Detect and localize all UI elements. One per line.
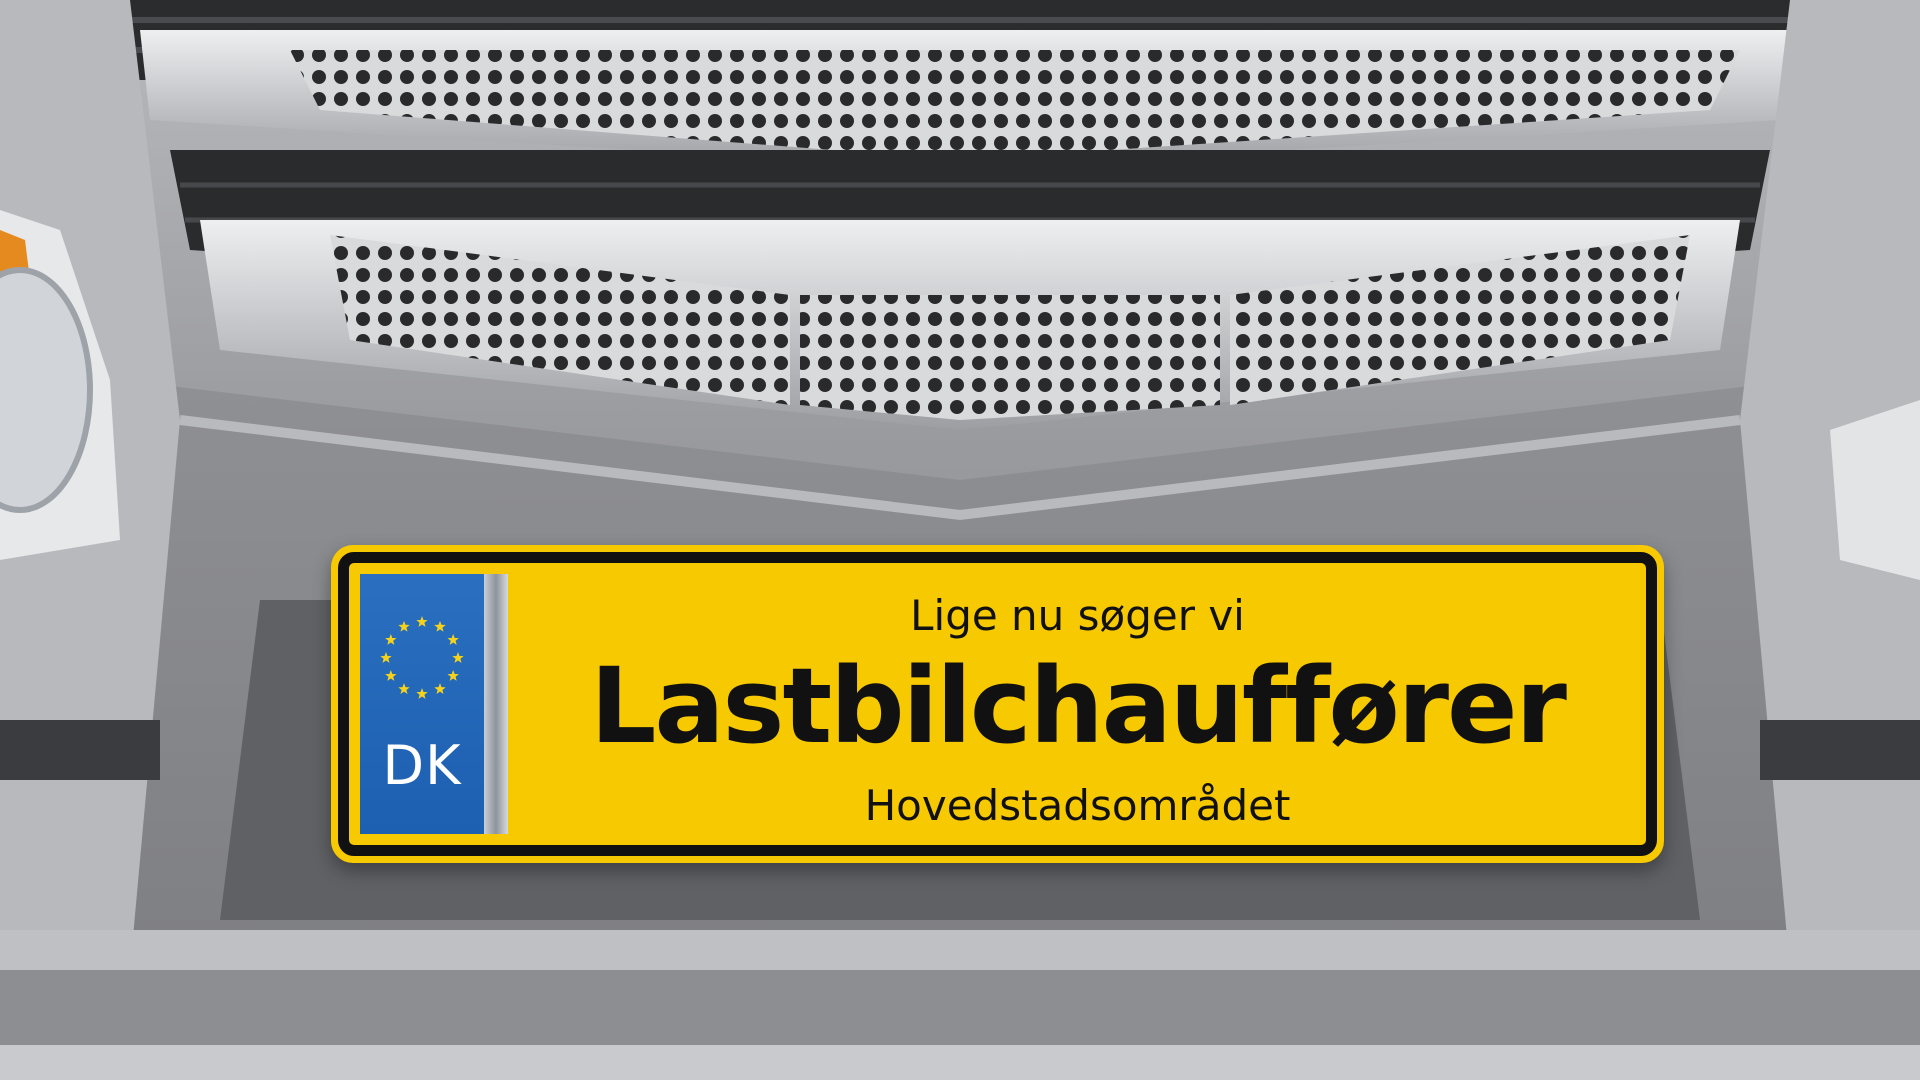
plate-headline: Lastbilchauffører (590, 645, 1567, 767)
eu-star (398, 683, 410, 695)
plate-divider (484, 574, 508, 834)
eu-country-band: DK (360, 574, 484, 834)
truck-grille-illustration (0, 0, 1920, 1080)
eu-stars-icon (380, 616, 464, 699)
eu-star (434, 620, 446, 632)
eu-star (398, 620, 410, 632)
country-code: DK (382, 734, 462, 797)
eu-star (416, 688, 428, 699)
eu-star (416, 616, 428, 627)
eu-star (380, 652, 392, 663)
plate-location: Hovedstadsområdet (864, 781, 1291, 830)
eu-star (385, 634, 397, 645)
license-plate-banner: DK Lige nu søger vi Lastbilchauffører Ho… (331, 545, 1664, 863)
eu-star (452, 652, 464, 663)
plate-subheading: Lige nu søger vi (910, 591, 1245, 640)
eu-star (447, 670, 459, 681)
plate-text-area: Lige nu søger vi Lastbilchauffører Hoved… (509, 563, 1646, 845)
eu-star (385, 670, 397, 681)
eu-star (447, 634, 459, 645)
truck-front-scene: DK Lige nu søger vi Lastbilchauffører Ho… (0, 0, 1920, 1080)
eu-star (434, 683, 446, 695)
license-plate-frame: DK Lige nu søger vi Lastbilchauffører Ho… (338, 552, 1657, 856)
